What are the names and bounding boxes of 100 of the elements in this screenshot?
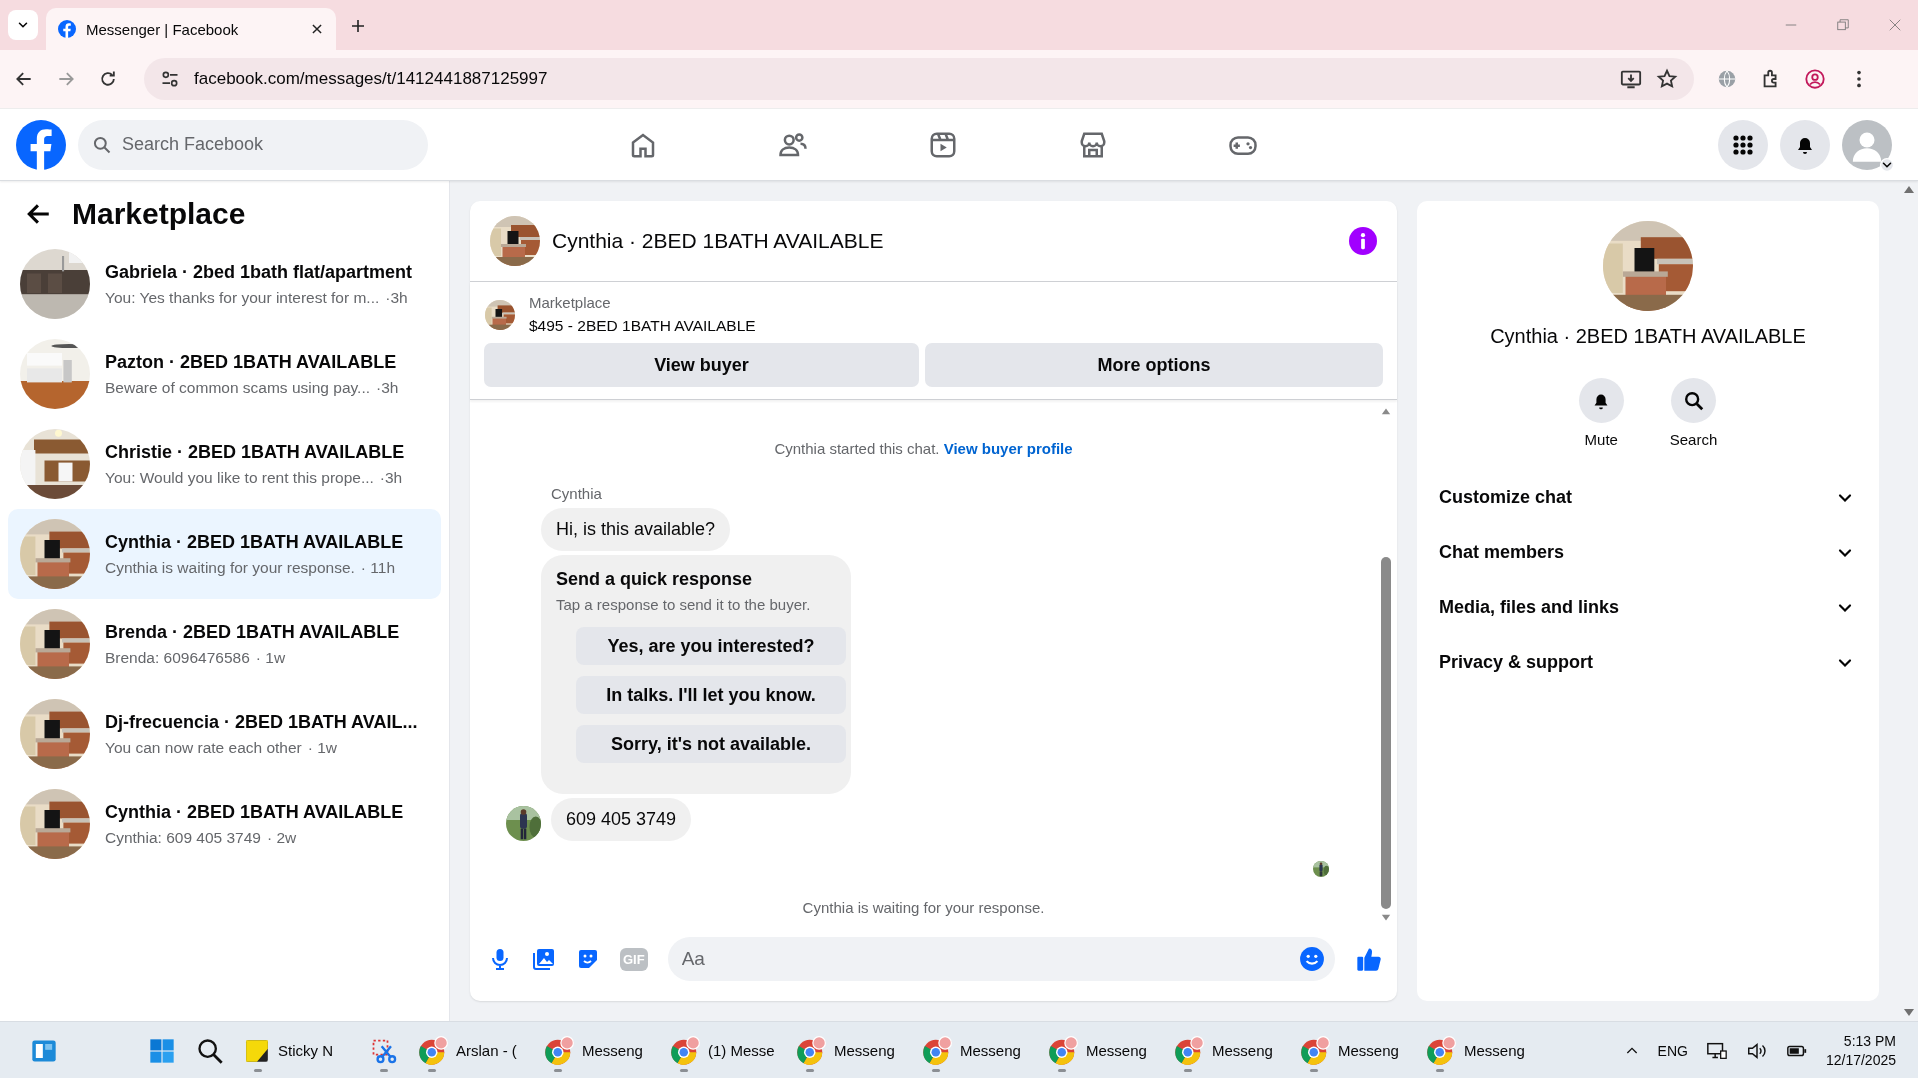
message-time: · 11h bbox=[360, 558, 396, 577]
browser-taskbar-item[interactable]: Messeng bbox=[1040, 1027, 1162, 1074]
quick-response-option[interactable]: Yes, are you interested? bbox=[576, 627, 846, 665]
more-options-button[interactable]: More options bbox=[925, 343, 1383, 387]
new-tab-icon[interactable] bbox=[350, 18, 366, 34]
chrome-icon bbox=[1426, 1035, 1456, 1066]
buyer-profile-link[interactable]: View buyer profile bbox=[943, 440, 1073, 457]
sticky-notes-taskbar-item[interactable]: Sticky N bbox=[236, 1027, 358, 1074]
details-section[interactable]: Media, files and links bbox=[1433, 580, 1863, 635]
sticky-note-icon bbox=[244, 1037, 270, 1064]
message-time: · 2w bbox=[267, 828, 297, 847]
message-bubble: Hi, is this available? bbox=[541, 508, 731, 551]
conversation-title: Brenda · 2BED 1BATH AVAILABLE bbox=[105, 621, 400, 643]
conversation-title: Cynthia · 2BED 1BATH AVAILABLE bbox=[105, 531, 404, 553]
browser-tab[interactable]: Messenger | Facebook bbox=[46, 8, 336, 50]
image-icon[interactable] bbox=[532, 947, 556, 971]
install-icon[interactable] bbox=[1620, 68, 1642, 90]
message-preview: Cynthia is waiting for your response. bbox=[105, 558, 355, 577]
address-bar[interactable]: facebook.com/messages/t/1412441887125997 bbox=[144, 58, 1694, 100]
scroll-down-arrow-icon[interactable] bbox=[1380, 913, 1392, 923]
browser-taskbar-item[interactable]: Messeng bbox=[914, 1027, 1036, 1074]
chrome-icon bbox=[544, 1035, 574, 1066]
browser-taskbar-item[interactable]: Messeng bbox=[1418, 1027, 1540, 1074]
message-preview: Brenda: 6096476586 bbox=[105, 648, 250, 667]
sender-name: Cynthia bbox=[551, 485, 603, 502]
search-field[interactable]: Search Facebook bbox=[78, 119, 428, 170]
conversation-title: Cynthia · 2BED 1BATH AVAILABLE bbox=[105, 801, 404, 823]
view-buyer-button[interactable]: View buyer bbox=[484, 343, 919, 387]
quick-response-hint: Tap a response to send it to the buyer. bbox=[556, 596, 812, 613]
conversation-title: Dj-frecuencia · 2BED 1BATH AVAIL... bbox=[105, 711, 418, 733]
scroll-up-arrow-icon[interactable] bbox=[1904, 185, 1914, 193]
notifications-button[interactable] bbox=[1780, 119, 1830, 170]
facebook-logo-icon bbox=[58, 20, 76, 38]
facebook-logo-icon[interactable] bbox=[16, 119, 66, 170]
browser-taskbar-item[interactable]: Messeng bbox=[788, 1027, 910, 1074]
tab-title: Messenger | Facebook bbox=[86, 20, 240, 38]
conversation-item[interactable]: Cynthia · 2BED 1BATH AVAILABLE Cynthia: 609 405 3749 · 2w bbox=[8, 779, 441, 869]
search-icon[interactable] bbox=[196, 1036, 224, 1065]
message-bubble: 609 405 3749 bbox=[551, 798, 692, 841]
conversation-item[interactable]: Brenda · 2BED 1BATH AVAILABLE Brenda: 6096476586 · 1w bbox=[8, 599, 441, 689]
chrome-icon bbox=[922, 1035, 952, 1066]
sidebar-title: Marketplace bbox=[72, 197, 246, 231]
info-icon[interactable] bbox=[1349, 227, 1377, 255]
scroll-up-arrow-icon[interactable] bbox=[1380, 406, 1392, 416]
chrome-icon bbox=[670, 1035, 700, 1066]
message-time: · 1w bbox=[307, 738, 338, 757]
message-preview: You: Yes thanks for your interest for m... bbox=[105, 288, 380, 307]
details-section[interactable]: Chat members bbox=[1433, 525, 1863, 580]
browser-taskbar-item[interactable]: (1) Messe bbox=[662, 1027, 784, 1074]
message-time: ·3h bbox=[385, 288, 408, 307]
conversation-item[interactable]: Dj-frecuencia · 2BED 1BATH AVAIL... You can now rate each other · 1w bbox=[8, 689, 441, 779]
sticker-icon[interactable] bbox=[576, 947, 600, 971]
search-icon bbox=[1682, 389, 1705, 412]
conversation-title: Gabriela · 2bed 1bath flat/apartment bbox=[105, 261, 413, 283]
browser-taskbar-item[interactable]: Messeng bbox=[536, 1027, 658, 1074]
clock-time[interactable]: 5:13 PM bbox=[1825, 1031, 1896, 1051]
conversation-item[interactable]: Pazton · 2BED 1BATH AVAILABLE Beware of common scams using pay... ·3h bbox=[8, 329, 441, 419]
conversation-item[interactable]: Cynthia · 2BED 1BATH AVAILABLE Cynthia is waiting for your response. · 11h bbox=[8, 509, 441, 599]
details-section[interactable]: Privacy & support bbox=[1433, 635, 1863, 690]
conversation-item[interactable]: Christie · 2BED 1BATH AVAILABLE You: Would you like to rent this prope... ·3h bbox=[8, 419, 441, 509]
browser-taskbar-item[interactable]: Messeng bbox=[1166, 1027, 1288, 1074]
clock-date[interactable]: 12/17/2025 bbox=[1825, 1050, 1896, 1070]
quick-response-option[interactable]: Sorry, it's not available. bbox=[576, 725, 846, 763]
listing-title: $495 - 2BED 1BATH AVAILABLE bbox=[529, 317, 756, 335]
url-text: facebook.com/messages/t/1412441887125997 bbox=[194, 69, 549, 89]
emoji-icon[interactable] bbox=[1299, 946, 1325, 972]
quick-response-title: Send a quick response bbox=[556, 569, 754, 590]
reload-icon[interactable] bbox=[98, 69, 118, 89]
message-time: ·3h bbox=[376, 378, 399, 397]
chrome-icon bbox=[1048, 1035, 1078, 1066]
message-preview: Cynthia: 609 405 3749 bbox=[105, 828, 261, 847]
windows-logo-icon[interactable] bbox=[148, 1036, 176, 1065]
chrome-icon bbox=[418, 1035, 448, 1066]
message-input[interactable]: Aa bbox=[667, 937, 1335, 981]
language-indicator[interactable]: ENG bbox=[1657, 1042, 1688, 1059]
listing-label: Marketplace bbox=[529, 294, 612, 311]
browser-taskbar-item[interactable]: Arslan - ( bbox=[410, 1027, 532, 1074]
scroll-down-arrow-icon[interactable] bbox=[1904, 1009, 1914, 1017]
quick-response-option[interactable]: In talks. I'll let you know. bbox=[576, 676, 846, 714]
message-preview: You: Would you like to rent this prope... bbox=[105, 468, 374, 487]
chrome-icon bbox=[1174, 1035, 1204, 1066]
message-time: · 1w bbox=[255, 648, 286, 667]
menu-button[interactable] bbox=[1718, 119, 1768, 170]
conversation-title: Pazton · 2BED 1BATH AVAILABLE bbox=[105, 351, 398, 373]
chat-title: Cynthia · 2BED 1BATH AVAILABLE bbox=[552, 229, 885, 253]
message-preview: Beware of common scams using pay... bbox=[105, 378, 371, 397]
message-time: ·3h bbox=[379, 468, 403, 487]
scrollbar-thumb[interactable] bbox=[1381, 556, 1391, 909]
caret-icon bbox=[1880, 157, 1894, 172]
browser-taskbar-item[interactable]: Messeng bbox=[1292, 1027, 1414, 1074]
waiting-status: Cynthia is waiting for your response. bbox=[801, 899, 1046, 916]
close-icon[interactable] bbox=[310, 22, 324, 36]
profile-icon[interactable] bbox=[1804, 68, 1826, 90]
bookmark-star-icon[interactable] bbox=[1656, 68, 1678, 90]
details-title: Cynthia · 2BED 1BATH AVAILABLE bbox=[1490, 325, 1806, 348]
conversation-title: Christie · 2BED 1BATH AVAILABLE bbox=[105, 441, 405, 463]
site-settings-icon[interactable] bbox=[160, 69, 180, 89]
details-section[interactable]: Customize chat bbox=[1433, 470, 1863, 525]
conversation-item[interactable]: Gabriela · 2bed 1bath flat/apartment You: Yes thanks for your interest for m... ·3h bbox=[8, 239, 441, 329]
message-preview: You can now rate each other bbox=[105, 738, 302, 757]
